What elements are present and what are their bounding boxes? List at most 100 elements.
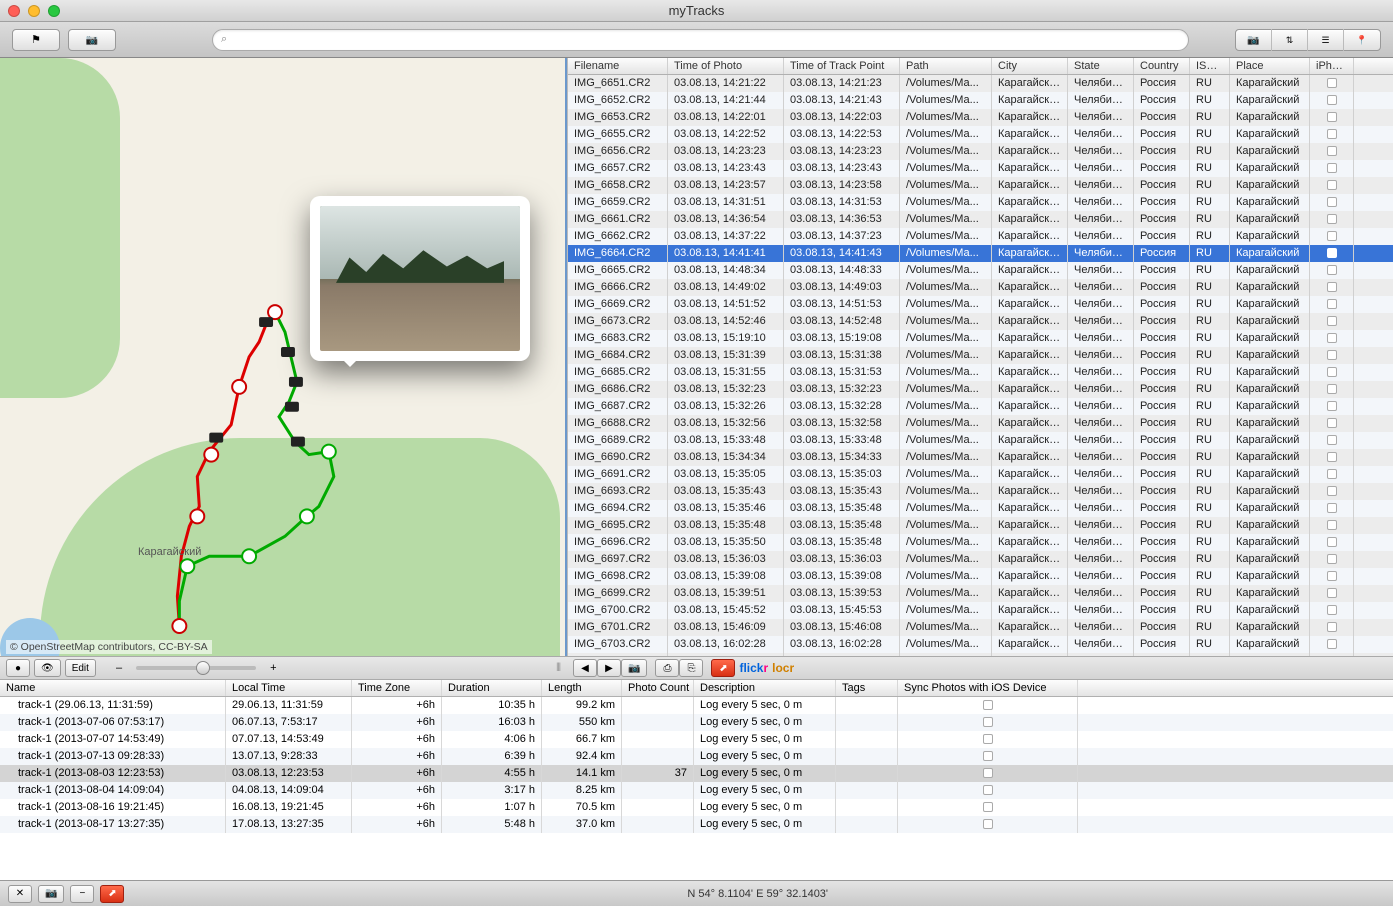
iphoto-checkbox[interactable] xyxy=(1327,537,1337,547)
action2-button[interactable]: ⎘ xyxy=(679,659,703,677)
iphoto-checkbox[interactable] xyxy=(1327,282,1337,292)
photo-row[interactable]: IMG_6655.CR203.08.13, 14:22:5203.08.13, … xyxy=(568,126,1393,143)
iphoto-checkbox[interactable] xyxy=(1327,486,1337,496)
iphoto-checkbox[interactable] xyxy=(1327,231,1337,241)
zoom-in-label[interactable]: + xyxy=(266,662,280,674)
photo-row[interactable]: IMG_6684.CR203.08.13, 15:31:3903.08.13, … xyxy=(568,347,1393,364)
flag-button[interactable] xyxy=(12,29,60,51)
photo-row[interactable]: IMG_6666.CR203.08.13, 14:49:0203.08.13, … xyxy=(568,279,1393,296)
photo-table-body[interactable]: IMG_6651.CR203.08.13, 14:21:2203.08.13, … xyxy=(568,75,1393,656)
iphoto-checkbox[interactable] xyxy=(1327,367,1337,377)
iphoto-checkbox[interactable] xyxy=(1327,554,1337,564)
iphoto-checkbox[interactable] xyxy=(1327,180,1337,190)
iphoto-checkbox[interactable] xyxy=(1327,418,1337,428)
gps-button[interactable]: ● xyxy=(6,659,30,677)
iphoto-checkbox[interactable] xyxy=(1327,316,1337,326)
view-pin-button[interactable] xyxy=(1344,29,1380,51)
iphoto-checkbox[interactable] xyxy=(1327,435,1337,445)
track-row[interactable]: track-1 (2013-08-16 19:21:45)16.08.13, 1… xyxy=(0,799,1393,816)
tcol-localtime[interactable]: Local Time xyxy=(226,680,352,696)
col-time-track[interactable]: Time of Track Point xyxy=(784,58,900,74)
iphoto-checkbox[interactable] xyxy=(1327,112,1337,122)
locate-button[interactable]: ⬈ xyxy=(100,885,124,903)
photo-row[interactable]: IMG_6704.CR2/Volumes/Ma xyxy=(568,653,1393,656)
iphoto-checkbox[interactable] xyxy=(1327,214,1337,224)
iphoto-checkbox[interactable] xyxy=(1327,605,1337,615)
photo-row[interactable]: IMG_6694.CR203.08.13, 15:35:4603.08.13, … xyxy=(568,500,1393,517)
photo-row[interactable]: IMG_6661.CR203.08.13, 14:36:5403.08.13, … xyxy=(568,211,1393,228)
photo-row[interactable]: IMG_6673.CR203.08.13, 14:52:4603.08.13, … xyxy=(568,313,1393,330)
iphoto-checkbox[interactable] xyxy=(1327,129,1337,139)
locr-button[interactable]: locr xyxy=(772,661,794,675)
sync-checkbox[interactable] xyxy=(983,802,993,812)
iphoto-checkbox[interactable] xyxy=(1327,503,1337,513)
camera-button[interactable] xyxy=(68,29,116,51)
track-row[interactable]: track-1 (2013-07-07 14:53:49)07.07.13, 1… xyxy=(0,731,1393,748)
eye-button[interactable] xyxy=(34,659,61,677)
photo-row[interactable]: IMG_6656.CR203.08.13, 14:23:2303.08.13, … xyxy=(568,143,1393,160)
photo-row[interactable]: IMG_6686.CR203.08.13, 15:32:2303.08.13, … xyxy=(568,381,1393,398)
iphoto-checkbox[interactable] xyxy=(1327,163,1337,173)
tcol-tags[interactable]: Tags xyxy=(836,680,898,696)
sync-checkbox[interactable] xyxy=(983,717,993,727)
sync-checkbox[interactable] xyxy=(983,768,993,778)
col-state[interactable]: State xyxy=(1068,58,1134,74)
sync-checkbox[interactable] xyxy=(983,700,993,710)
geotag-button[interactable]: ⬈ xyxy=(711,659,735,677)
iphoto-checkbox[interactable] xyxy=(1327,299,1337,309)
grip-icon[interactable]: ⦀ xyxy=(556,662,561,675)
photo-row[interactable]: IMG_6657.CR203.08.13, 14:23:4303.08.13, … xyxy=(568,160,1393,177)
iphoto-checkbox[interactable] xyxy=(1327,588,1337,598)
col-place[interactable]: Place xyxy=(1230,58,1310,74)
sync-checkbox[interactable] xyxy=(983,751,993,761)
photo-row[interactable]: IMG_6698.CR203.08.13, 15:39:0803.08.13, … xyxy=(568,568,1393,585)
tcol-length[interactable]: Length xyxy=(542,680,622,696)
zoom-knob[interactable] xyxy=(196,661,210,675)
search-field-container[interactable]: ⌕ xyxy=(212,29,1189,51)
tcol-name[interactable]: Name xyxy=(0,680,226,696)
tracks-body[interactable]: track-1 (29.06.13, 11:31:59)29.06.13, 11… xyxy=(0,697,1393,880)
photo-row[interactable]: IMG_6699.CR203.08.13, 15:39:5103.08.13, … xyxy=(568,585,1393,602)
tcol-sync[interactable]: Sync Photos with iOS Device xyxy=(898,680,1078,696)
photo-row[interactable]: IMG_6685.CR203.08.13, 15:31:5503.08.13, … xyxy=(568,364,1393,381)
photo-preview-callout[interactable] xyxy=(310,196,530,361)
col-city[interactable]: City xyxy=(992,58,1068,74)
iphoto-checkbox[interactable] xyxy=(1327,384,1337,394)
sync-checkbox[interactable] xyxy=(983,819,993,829)
minus-button[interactable] xyxy=(70,885,94,903)
col-iphoto[interactable]: iPhoto xyxy=(1310,58,1354,74)
tcol-duration[interactable]: Duration xyxy=(442,680,542,696)
track-row[interactable]: track-1 (2013-07-13 09:28:33)13.07.13, 9… xyxy=(0,748,1393,765)
iphoto-checkbox[interactable] xyxy=(1327,401,1337,411)
iphoto-checkbox[interactable] xyxy=(1327,452,1337,462)
search-input[interactable] xyxy=(231,34,1180,46)
iphoto-checkbox[interactable] xyxy=(1327,197,1337,207)
col-country[interactable]: Country xyxy=(1134,58,1190,74)
photo-row[interactable]: IMG_6683.CR203.08.13, 15:19:1003.08.13, … xyxy=(568,330,1393,347)
photo-row[interactable]: IMG_6691.CR203.08.13, 15:35:0503.08.13, … xyxy=(568,466,1393,483)
photo-row[interactable]: IMG_6687.CR203.08.13, 15:32:2603.08.13, … xyxy=(568,398,1393,415)
tcol-tz[interactable]: Time Zone xyxy=(352,680,442,696)
photo-row[interactable]: IMG_6689.CR203.08.13, 15:33:4803.08.13, … xyxy=(568,432,1393,449)
sync-checkbox[interactable] xyxy=(983,785,993,795)
view-sort-button[interactable] xyxy=(1272,29,1308,51)
iphoto-checkbox[interactable] xyxy=(1327,265,1337,275)
sync-checkbox[interactable] xyxy=(983,734,993,744)
action1-button[interactable]: ⎙ xyxy=(655,659,679,677)
iphoto-checkbox[interactable] xyxy=(1327,95,1337,105)
iphoto-checkbox[interactable] xyxy=(1327,333,1337,343)
photo-row[interactable]: IMG_6653.CR203.08.13, 14:22:0103.08.13, … xyxy=(568,109,1393,126)
photo-row[interactable]: IMG_6664.CR203.08.13, 14:41:4103.08.13, … xyxy=(568,245,1393,262)
view-photos-button[interactable] xyxy=(1236,29,1272,51)
track-row[interactable]: track-1 (29.06.13, 11:31:59)29.06.13, 11… xyxy=(0,697,1393,714)
iphoto-checkbox[interactable] xyxy=(1327,146,1337,156)
track-row[interactable]: track-1 (2013-07-06 07:53:17)06.07.13, 7… xyxy=(0,714,1393,731)
track-row[interactable]: track-1 (2013-08-04 14:09:04)04.08.13, 1… xyxy=(0,782,1393,799)
next-button[interactable]: ▶ xyxy=(597,659,621,677)
photo-row[interactable]: IMG_6659.CR203.08.13, 14:31:5103.08.13, … xyxy=(568,194,1393,211)
photo-row[interactable]: IMG_6703.CR203.08.13, 16:02:2803.08.13, … xyxy=(568,636,1393,653)
photo-row[interactable]: IMG_6695.CR203.08.13, 15:35:4803.08.13, … xyxy=(568,517,1393,534)
zoom-out-label[interactable]: – xyxy=(112,662,126,674)
photo-row[interactable]: IMG_6701.CR203.08.13, 15:46:0903.08.13, … xyxy=(568,619,1393,636)
flickr-button[interactable]: flickr xyxy=(739,661,768,675)
